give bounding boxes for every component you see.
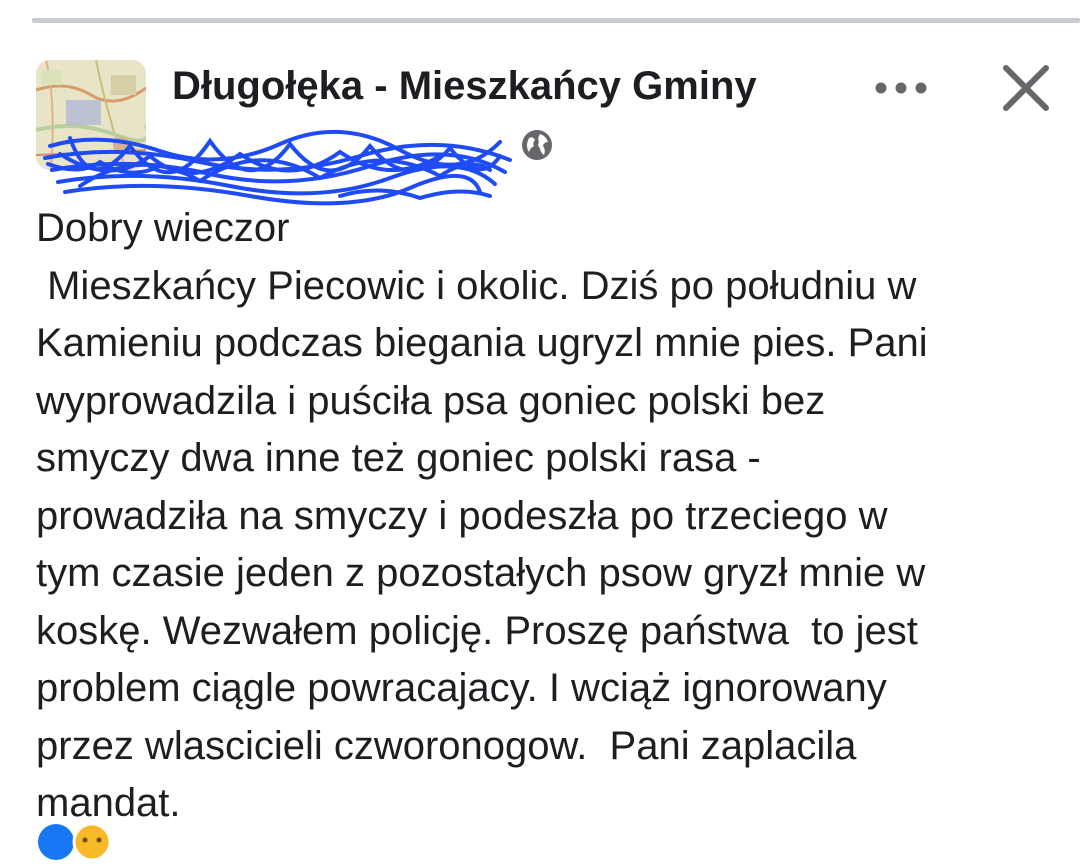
redaction-scribble [43, 129, 512, 206]
post-line: tym czasie jeden z pozostałych psow gryz… [36, 551, 926, 595]
close-icon [1003, 65, 1049, 111]
top-bar [0, 0, 1080, 26]
post-line: wyprowadzila i puściła psa goniec polski… [36, 378, 826, 423]
post-line: prowadziła na smyczy i podeszła po trzec… [36, 493, 888, 538]
post-line: Mieszkańcy Piecowic i okolic. Dziś po po… [36, 263, 917, 308]
post-line: Dobry wieczor [36, 206, 290, 250]
post-line: przez wlascicieli czworonogow. Pani zapl… [36, 723, 857, 768]
post-line: koskę. Wezwałem policję. Proszę państwa … [36, 608, 918, 653]
post-text: Dobry wieczor Mieszkańcy Piecowic i okol… [36, 200, 1046, 833]
more-options-button[interactable] [866, 66, 936, 110]
like-reaction-icon [38, 824, 74, 860]
post-line: problem ciągle powracajacy. I wciąż igno… [36, 666, 887, 710]
post-line: mandat. [36, 781, 181, 825]
top-divider [32, 18, 1080, 23]
close-button[interactable] [994, 56, 1058, 120]
more-horizontal-icon [875, 82, 927, 94]
post-line: Kamieniu podczas biegania ugryzl mnie pi… [36, 321, 928, 365]
reactions-summary[interactable] [34, 820, 134, 862]
reaction-icons [38, 822, 112, 862]
sad-reaction-icon [72, 822, 112, 862]
globe-icon [522, 130, 552, 160]
group-name[interactable]: Długołęka - Mieszkańcy Gminy [172, 64, 757, 109]
post-line: smyczy dwa inne też goniec polski rasa - [36, 436, 761, 480]
post-meta [40, 126, 560, 206]
post-card: Długołęka - Mieszkańcy Gminy Dobry wiecz… [0, 26, 1080, 856]
